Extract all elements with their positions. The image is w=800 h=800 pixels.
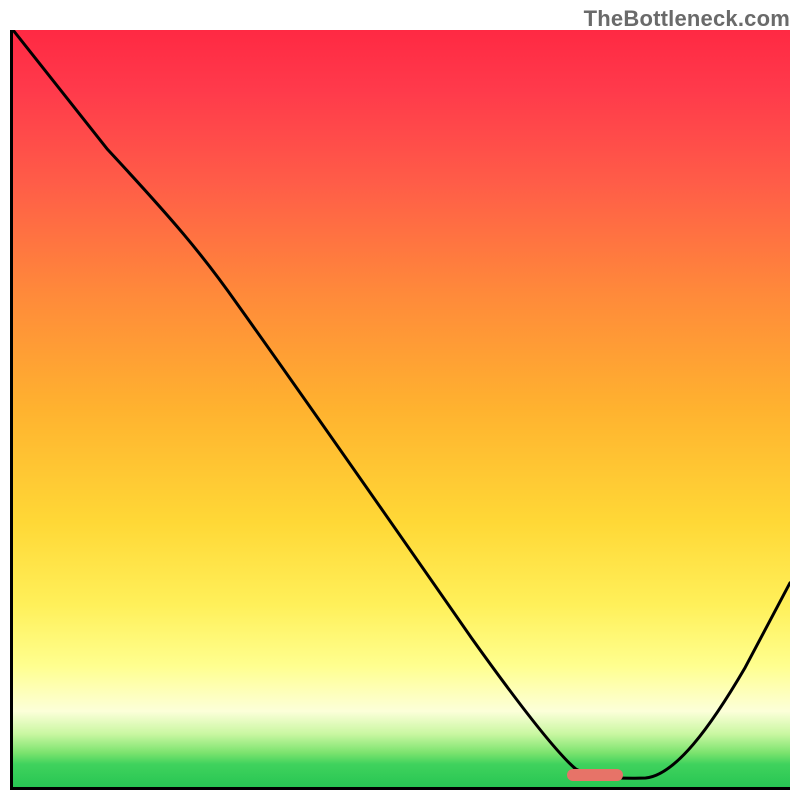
chart-stage: TheBottleneck.com [0, 0, 800, 800]
curve-svg [13, 30, 790, 787]
optimal-range-marker [567, 769, 623, 781]
watermark-text: TheBottleneck.com [584, 6, 790, 32]
plot-area [10, 30, 790, 790]
bottleneck-curve [13, 30, 790, 778]
